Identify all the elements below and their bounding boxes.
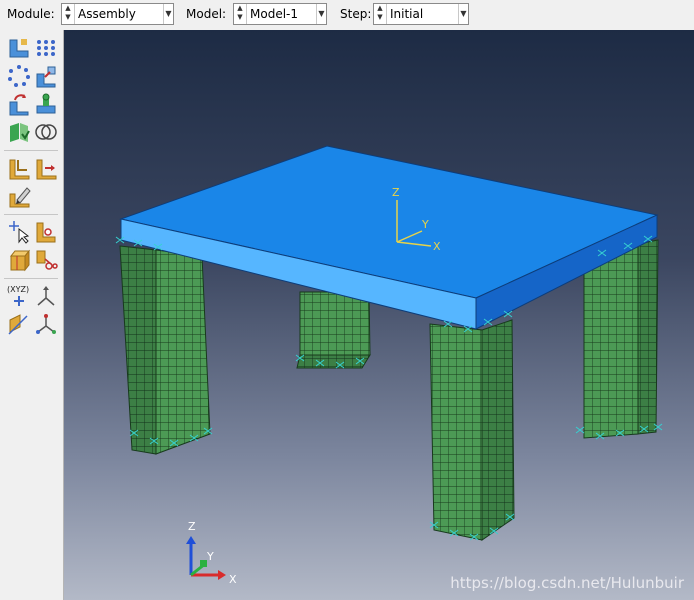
create-instance-icon[interactable] <box>7 36 31 60</box>
measure-icon[interactable] <box>34 220 58 244</box>
chevron-down-icon[interactable]: ▼ <box>316 4 326 24</box>
datum-csys-3points-icon[interactable] <box>34 312 58 336</box>
leg-front-right[interactable] <box>429 319 515 541</box>
part-triad-z: Z <box>392 186 400 199</box>
module-value: Assembly <box>78 7 136 21</box>
global-triad-y: Y <box>206 550 214 563</box>
toolbox-divider <box>4 278 58 279</box>
translate-to-icon[interactable] <box>34 92 58 116</box>
step-value: Initial <box>390 7 424 21</box>
module-select[interactable]: ▲ ▼ Assembly ▼ <box>61 3 174 25</box>
edit-datum-icon[interactable] <box>7 184 31 208</box>
radial-pattern-icon[interactable] <box>7 64 31 88</box>
leg-back-right[interactable] <box>583 239 659 439</box>
module-toolbox: (XYZ) <box>0 30 64 600</box>
leg-back-left[interactable] <box>296 291 371 369</box>
global-triad-x: X <box>229 573 237 586</box>
part-triad-y: Y <box>421 218 429 231</box>
linear-pattern-icon[interactable] <box>34 36 58 60</box>
model-label: Model: <box>186 7 227 21</box>
translate-instance-icon[interactable] <box>34 64 58 88</box>
toolbox-divider <box>4 150 58 151</box>
leg-front-left[interactable] <box>119 245 211 455</box>
model-value: Model-1 <box>250 7 298 21</box>
global-triad-z: Z <box>188 520 196 533</box>
spin-arrows-icon[interactable]: ▲ ▼ <box>374 4 387 24</box>
datum-csys-icon[interactable] <box>34 156 58 180</box>
chevron-down-icon[interactable]: ▼ <box>163 4 173 24</box>
query-cursor-icon[interactable] <box>7 220 31 244</box>
step-select[interactable]: ▲ ▼ Initial ▼ <box>373 3 469 25</box>
toolbox-divider <box>4 214 58 215</box>
datum-plane-icon[interactable] <box>7 312 31 336</box>
merge-cut-icon[interactable] <box>7 120 31 144</box>
table-model[interactable]: Z Y X Z Y X <box>64 30 694 600</box>
spin-arrows-icon[interactable]: ▲ ▼ <box>234 4 247 24</box>
spin-arrows-icon[interactable]: ▲ ▼ <box>62 4 75 24</box>
step-label: Step: <box>340 7 372 21</box>
boolean-merge-icon[interactable] <box>34 120 58 144</box>
rotate-instance-icon[interactable] <box>7 92 31 116</box>
datum-point-icon[interactable] <box>7 156 31 180</box>
partition-cell-icon[interactable] <box>7 248 31 272</box>
cut-extrude-icon[interactable] <box>34 248 58 272</box>
chevron-down-icon[interactable]: ▼ <box>458 4 468 24</box>
coord-label: (XYZ) <box>7 285 29 294</box>
module-label: Module: <box>7 7 55 21</box>
coordinate-system-icon[interactable]: (XYZ) <box>7 284 31 308</box>
watermark: https://blog.csdn.net/Hulunbuir <box>450 574 684 592</box>
global-triad: Z Y X <box>186 520 237 586</box>
datum-axis-icon[interactable] <box>34 284 58 308</box>
context-bar: Module: ▲ ▼ Assembly ▼ Model: ▲ ▼ Model-1 … <box>0 0 694 30</box>
part-triad-x: X <box>433 240 441 253</box>
viewport-canvas[interactable]: Z Y X Z Y X https://blog.csdn.net/Hulunb… <box>64 30 694 600</box>
model-select[interactable]: ▲ ▼ Model-1 ▼ <box>233 3 327 25</box>
